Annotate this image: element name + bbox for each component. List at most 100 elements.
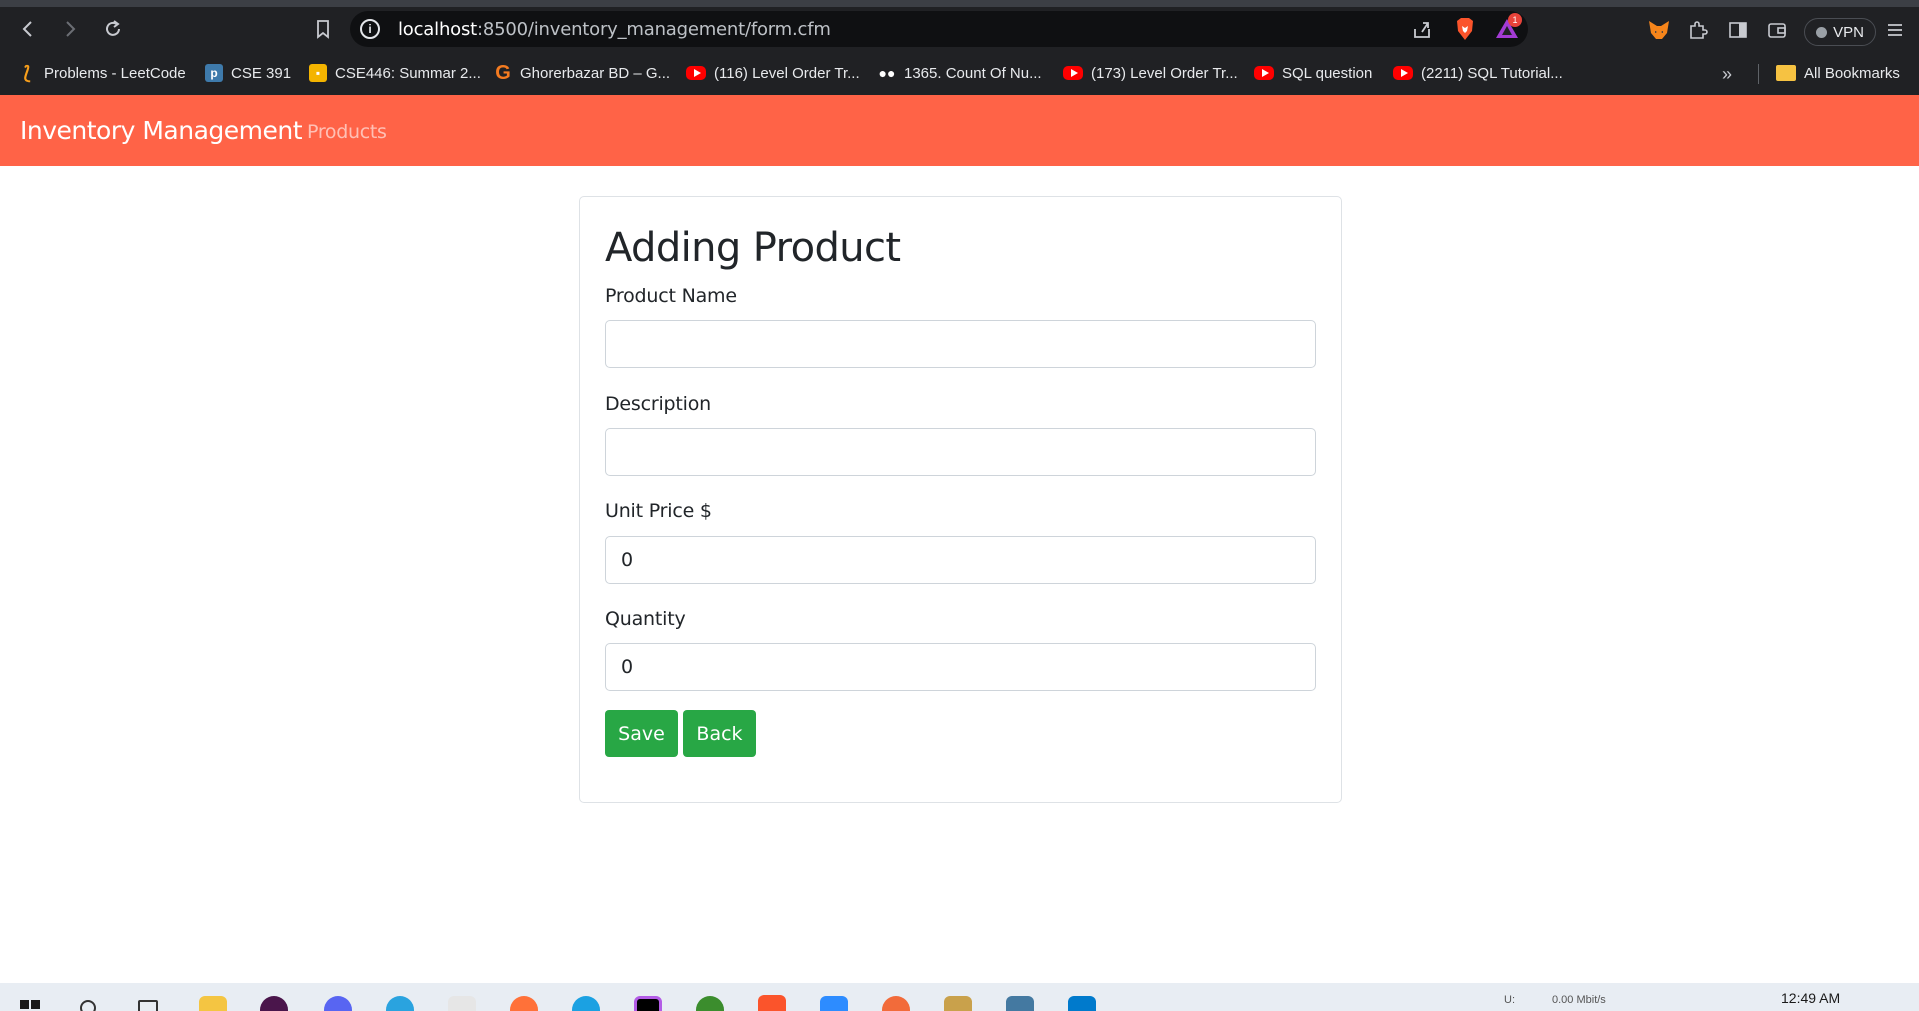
- all-bookmarks-label: All Bookmarks: [1804, 64, 1900, 82]
- extensions-icon[interactable]: [1686, 19, 1710, 41]
- quantity-label: Quantity: [605, 608, 686, 630]
- bookmark-page-button[interactable]: [308, 15, 338, 43]
- bookmark-label: CSE 391: [231, 64, 292, 82]
- bookmark-youtube-116[interactable]: (116) Level Order Tr...: [686, 61, 860, 85]
- task-view-icon[interactable]: [138, 1000, 158, 1011]
- product-name-input[interactable]: [605, 320, 1316, 368]
- zoom-icon[interactable]: [820, 996, 848, 1011]
- youtube-icon: [1393, 66, 1413, 80]
- chevron-right-icon: [66, 21, 76, 37]
- discord-icon[interactable]: [324, 996, 352, 1011]
- sidebar-icon: [1729, 22, 1747, 38]
- description-input[interactable]: [605, 428, 1316, 476]
- bookmark-youtube-2211[interactable]: (2211) SQL Tutorial...: [1393, 61, 1563, 85]
- bookmark-label: CSE446: Summar 2...: [335, 64, 481, 82]
- app-icon[interactable]: [448, 996, 476, 1011]
- youtube-icon: [686, 66, 706, 80]
- bookmarks-overflow-icon[interactable]: »: [1722, 64, 1732, 85]
- youtube-icon: [1063, 66, 1083, 80]
- site-info-icon[interactable]: i: [360, 19, 380, 39]
- address-bar[interactable]: i localhost:8500/inventory_management/fo…: [350, 11, 1528, 47]
- bookmark-ghorerbazar[interactable]: G Ghorerbazar BD – G...: [494, 61, 670, 85]
- bookmark-youtube-173[interactable]: (173) Level Order Tr...: [1063, 61, 1238, 85]
- intellij-icon[interactable]: [634, 996, 662, 1011]
- vscode-icon[interactable]: [1068, 996, 1096, 1011]
- postman-icon[interactable]: [882, 996, 910, 1011]
- network-upload-label: U:: [1504, 994, 1515, 1006]
- back-button[interactable]: [13, 15, 43, 43]
- vpn-status-icon: [1816, 26, 1828, 38]
- share-icon[interactable]: [1411, 19, 1433, 41]
- slack-icon[interactable]: [260, 996, 288, 1011]
- nav-link-products[interactable]: Products: [307, 121, 387, 143]
- youtube-icon: [1254, 66, 1274, 80]
- edge-icon[interactable]: [572, 996, 600, 1011]
- wallet-icon[interactable]: [1765, 19, 1789, 41]
- rewards-badge: 1: [1508, 13, 1522, 27]
- bookmark-sql-question[interactable]: SQL question: [1254, 61, 1372, 85]
- bookmark-cse391[interactable]: p CSE 391: [205, 61, 291, 85]
- product-form-card: Adding Product Product Name Description …: [579, 196, 1342, 803]
- unit-price-label: Unit Price $: [605, 500, 712, 522]
- fox-icon: [1649, 21, 1669, 39]
- bookmarks-bar: ⟅ Problems - LeetCode p CSE 391 ▪ CSE446…: [0, 56, 1919, 90]
- browser-chrome: i localhost:8500/inventory_management/fo…: [0, 0, 1919, 95]
- puzzle-icon: [1690, 21, 1708, 39]
- bookmark-label: SQL question: [1282, 64, 1373, 82]
- unit-price-input[interactable]: [605, 536, 1316, 584]
- bookmark-leetcode[interactable]: ⟅ Problems - LeetCode: [18, 61, 186, 85]
- brave-shields-icon[interactable]: [1454, 17, 1476, 41]
- hamburger-icon: [1888, 24, 1902, 36]
- bookmark-label: 1365. Count Of Nu...: [904, 64, 1042, 82]
- url-host: localhost: [398, 18, 477, 40]
- brave-browser-icon[interactable]: [758, 995, 786, 1011]
- bookmark-label: (2211) SQL Tutorial...: [1421, 64, 1563, 82]
- back-button[interactable]: Back: [683, 710, 756, 757]
- folder-icon: [1776, 65, 1796, 81]
- forward-button[interactable]: [55, 15, 85, 43]
- medium-icon: ●●: [878, 65, 896, 81]
- bookmark-icon: [317, 20, 329, 39]
- brave-rewards-button[interactable]: 1: [1494, 13, 1522, 41]
- menu-icon[interactable]: [1883, 19, 1907, 41]
- piazza-icon: p: [205, 64, 223, 82]
- taskbar-clock[interactable]: 12:49 AM: [1781, 990, 1840, 1006]
- windows-start-icon[interactable]: [20, 1000, 40, 1011]
- bookmark-label: Ghorerbazar BD – G...: [520, 64, 671, 82]
- product-name-label: Product Name: [605, 285, 737, 307]
- vpn-label: VPN: [1833, 23, 1864, 41]
- app-icon[interactable]: [696, 996, 724, 1011]
- mysql-workbench-icon[interactable]: [1006, 996, 1034, 1011]
- telegram-icon[interactable]: [386, 996, 414, 1011]
- ghorerbazar-icon: G: [495, 61, 511, 84]
- chevron-left-icon: [22, 21, 32, 37]
- firefox-icon[interactable]: [510, 996, 538, 1011]
- app-icon[interactable]: [944, 996, 972, 1011]
- wallet-shape-icon: [1768, 23, 1786, 38]
- reload-button[interactable]: [98, 15, 128, 43]
- url-text[interactable]: localhost:8500/inventory_management/form…: [398, 19, 831, 40]
- navbar-brand[interactable]: Inventory Management: [20, 116, 303, 145]
- bookmark-label: Problems - LeetCode: [44, 64, 186, 82]
- metamask-extension-icon[interactable]: [1647, 19, 1671, 41]
- description-label: Description: [605, 393, 712, 415]
- url-path: :8500/inventory_management/form.cfm: [477, 18, 831, 40]
- bookmark-cse446[interactable]: ▪ CSE446: Summar 2...: [309, 61, 481, 85]
- bookmark-label: (116) Level Order Tr...: [714, 64, 860, 82]
- search-icon[interactable]: [80, 1000, 96, 1011]
- file-explorer-icon[interactable]: [199, 996, 227, 1011]
- network-speed: 0.00 Mbit/s: [1552, 994, 1606, 1006]
- classroom-icon: ▪: [309, 64, 327, 82]
- bookmark-label: (173) Level Order Tr...: [1091, 64, 1238, 82]
- quantity-input[interactable]: [605, 643, 1316, 691]
- reload-icon: [106, 20, 120, 36]
- browser-toolbar: i localhost:8500/inventory_management/fo…: [0, 7, 1919, 51]
- sidebar-toggle-icon[interactable]: [1726, 19, 1750, 41]
- save-button[interactable]: Save: [605, 710, 678, 757]
- bookmark-medium[interactable]: ●● 1365. Count Of Nu...: [878, 61, 1042, 85]
- vpn-button[interactable]: VPN: [1804, 18, 1876, 46]
- bookmarks-divider: [1758, 64, 1759, 84]
- all-bookmarks-button[interactable]: All Bookmarks: [1776, 61, 1900, 85]
- os-taskbar: U: 0.00 Mbit/s 12:49 AM: [0, 983, 1919, 1011]
- page-title: Adding Product: [605, 225, 901, 271]
